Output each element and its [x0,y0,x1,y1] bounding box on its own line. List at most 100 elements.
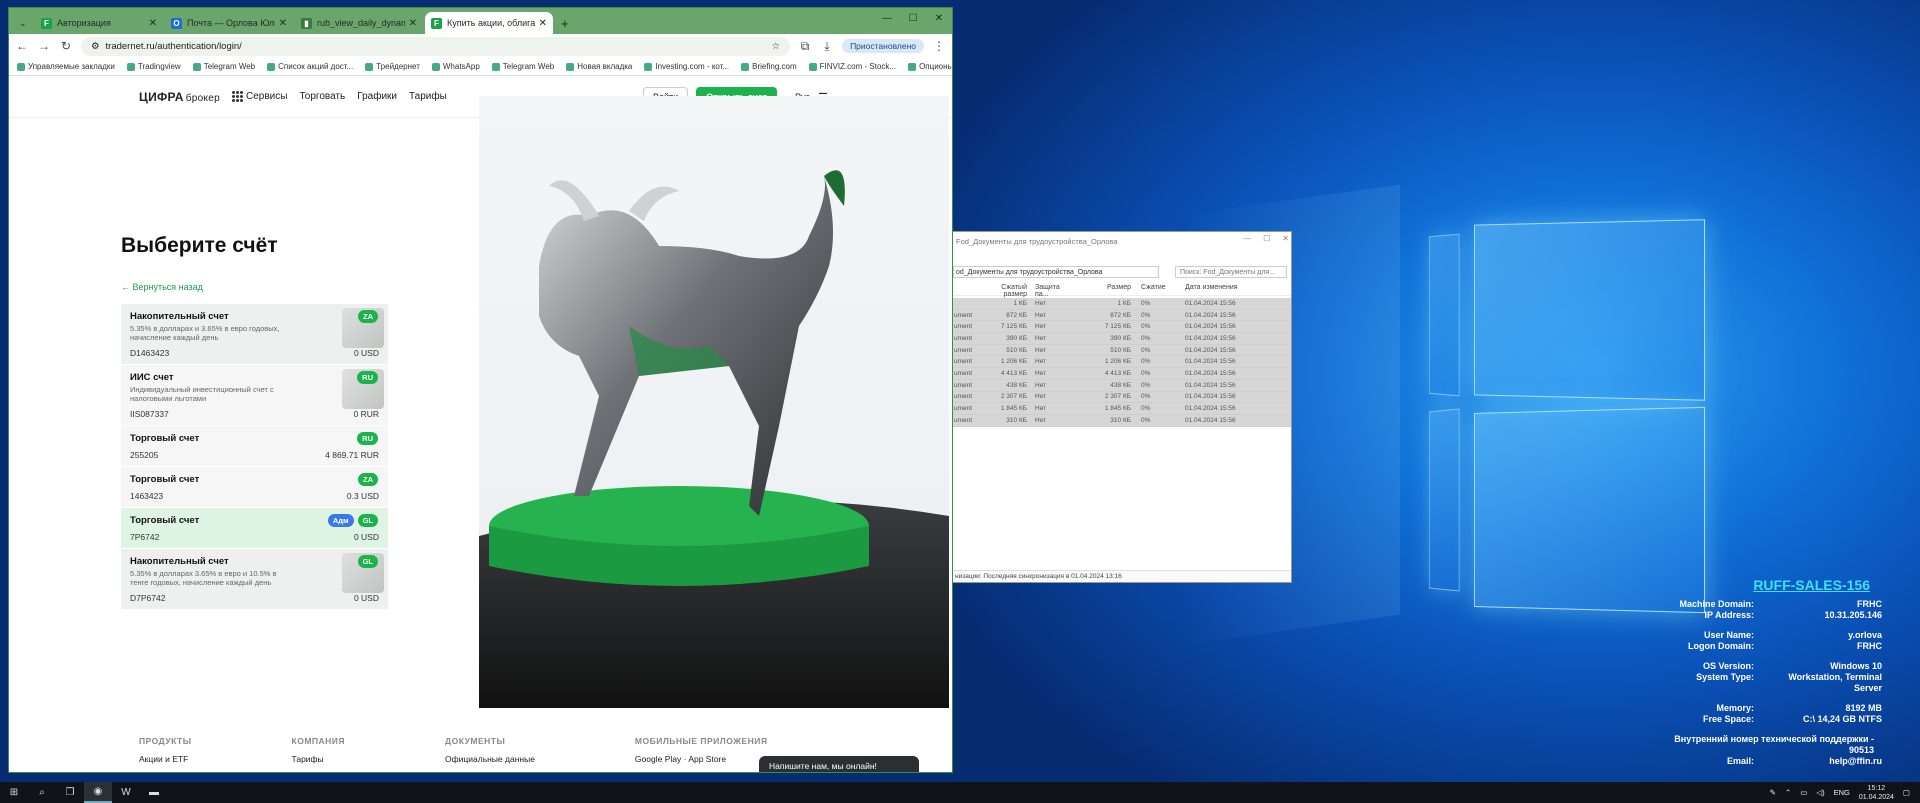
close-icon[interactable]: ✕ [1282,234,1289,243]
explorer-window[interactable]: Fod_Документы для трудоустройства_Орлова… [952,231,1292,583]
account-card[interactable]: Накопительный счет 5.35% в долларах 3.65%… [121,549,388,610]
back-arrow-icon[interactable]: ← [15,39,29,53]
bookmark-icon [126,62,135,71]
bookmark-item[interactable]: Управляемые закладки [17,62,115,71]
table-cell: 0% [1141,346,1151,354]
extensions-icon[interactable]: ⧉ [798,39,812,54]
task-view-icon[interactable]: ❐ [56,782,84,803]
star-icon[interactable]: ☆ [772,41,781,52]
app-store-badges[interactable]: Google Play · App Store [635,754,768,764]
keyboard-language[interactable]: ENG [1834,788,1850,797]
browser-tab[interactable]: ▮ rub_view_daily_dynamics - Смар... ✕ [295,12,423,34]
close-tab-icon[interactable]: ✕ [539,18,547,29]
bookmark-item[interactable]: Трейдернет [365,62,420,71]
column-header[interactable]: Сжатие [1137,284,1181,295]
browser-tab[interactable]: F Авторизация ✕ [35,12,163,34]
chrome-taskbar-icon[interactable]: ◉ [84,782,112,803]
table-row[interactable]: ument 2 307 КБ Нет 2 307 КБ 0% 01.04.2024 15:… [953,391,1291,404]
close-tab-icon[interactable]: ✕ [409,18,417,29]
word-taskbar-icon[interactable]: W [112,782,140,803]
table-row[interactable]: ument 872 КБ Нет 872 КБ 0% 01.04.2024 15:56 [953,309,1291,322]
back-link[interactable]: ← Вернуться назад [121,282,203,292]
account-card[interactable]: Торговый счет 255205 4 869.71 RUR RU [121,426,388,467]
explorer-search-input[interactable]: Поиск: Fod_Документы для... [1175,266,1287,278]
nav-tariffs[interactable]: Тарифы [409,91,447,102]
table-row[interactable]: ument 1 206 КБ Нет 1 206 КБ 0% 01.04.2024 15:… [953,356,1291,369]
profile-button[interactable]: Приостановлено [842,39,924,53]
pen-icon[interactable]: ✎ [1770,788,1776,797]
nav-charts[interactable]: Графики [357,91,397,102]
info-group: User Name: y.orlova Logon Domain: FRHC [1650,630,1882,652]
tab-search-icon[interactable]: ⌄ [13,12,33,34]
column-header[interactable]: Защита па... [1031,284,1075,298]
column-header[interactable] [953,284,981,295]
forward-arrow-icon[interactable]: → [37,39,51,53]
network-icon[interactable]: ▭ [1800,788,1807,797]
bookmark-item[interactable]: Briefing.com [741,62,797,71]
volume-icon[interactable]: ◁) [1816,788,1824,797]
explorer-taskbar-icon[interactable]: ▬ [140,782,168,803]
table-row[interactable]: 1 КБ Нет 1 КБ 0% 01.04.2024 15:56 [953,298,1291,310]
bookmark-item[interactable]: Список акций дост... [267,62,353,71]
close-icon[interactable]: ✕ [926,8,952,28]
bookmark-item[interactable]: Tradingview [126,62,181,71]
browser-tab[interactable]: O Почта — Орлова Юлия Серге... ✕ [165,12,293,34]
reload-icon[interactable]: ↻ [59,39,73,53]
explorer-address-bar[interactable]: od_Документы для трудоустройства_Орлова [953,266,1159,278]
column-header[interactable]: Сжатый размер [981,284,1031,298]
footer-link[interactable]: Официальные данные [445,754,535,764]
table-row[interactable]: ument 7 125 КБ Нет 7 125 КБ 0% 01.04.2024 15:… [953,321,1291,334]
bookmark-item[interactable]: Новая вкладка [566,62,632,71]
column-header[interactable]: Дата изменения [1181,284,1261,295]
close-tab-icon[interactable]: ✕ [149,18,157,29]
table-row[interactable]: ument 1 845 КБ Нет 1 845 КБ 0% 01.04.2024 15:… [953,403,1291,415]
minimize-icon[interactable]: — [874,8,900,28]
table-row[interactable]: ument 438 КБ Нет 438 КБ 0% 01.04.2024 15:56 [953,379,1291,392]
table-cell: 0% [1141,299,1151,307]
footer-link[interactable]: Тарифы [292,754,346,764]
notifications-icon[interactable]: ▢ [1903,788,1910,797]
new-tab-button[interactable]: + [555,12,577,34]
start-windows-icon[interactable]: ⊞ [0,782,28,803]
bookmark-item[interactable]: Опционы [908,62,952,71]
bookmark-item[interactable]: WhatsApp [431,62,480,71]
chevron-up-icon[interactable]: ⌃ [1785,788,1791,797]
account-card[interactable]: Торговый счет 7P6742 0 USD Адм GL [121,508,388,549]
close-tab-icon[interactable]: ✕ [279,18,287,29]
minimize-icon[interactable]: — [1243,234,1251,243]
account-row: D1463423 0 USD [130,348,379,358]
table-cell: 01.04.2024 15:56 [1185,358,1236,366]
account-card[interactable]: Торговый счет 1463423 0.3 USD ZA [121,467,388,508]
clock[interactable]: 15:12 01.04.2024 [1859,784,1894,802]
column-header[interactable]: Размер [1075,284,1137,295]
bookmark-item[interactable]: Telegram Web [491,62,554,71]
bookmark-item[interactable]: Investing.com - кот... [644,62,729,71]
bookmark-label: Tradingview [137,62,181,71]
explorer-file-list[interactable]: 1 КБ Нет 1 КБ 0% 01.04.2024 15:56 ument 872 КБ… [953,298,1291,427]
account-card[interactable]: Накопительный счет 5.35% в долларах и 3.6… [121,304,388,365]
nav-trade[interactable]: Торговать [299,91,345,102]
bookmark-item[interactable]: FINVIZ.com - Stock... [808,62,896,71]
explorer-window-controls: — ☐ ✕ [1243,234,1289,243]
table-row[interactable]: ument 390 КБ Нет 390 КБ 0% 01.04.2024 15:56 [953,333,1291,345]
table-row[interactable]: ument 510 КБ Нет 510 КБ 0% 01.04.2024 15:56 [953,344,1291,357]
chat-widget-button[interactable]: Напишите нам, мы онлайн! [759,756,919,772]
menu-icon[interactable]: ⋮ [932,39,946,53]
table-row[interactable]: ument 310 КБ Нет 310 КБ 0% 01.04.2024 15:56 [953,414,1291,427]
browser-window[interactable]: ⌄ F Авторизация ✕ O Почта — Орлова Юлия Серг… [8,7,953,773]
info-group: OS Version: Windows 10 System Type: Worksta… [1650,661,1882,694]
site-logo[interactable]: ЦИФРА брокер [139,90,220,104]
browser-tab[interactable]: F Купить акции, облигации и др... ✕ [425,12,553,34]
site-info-icon[interactable]: ⚙ [91,41,100,52]
download-icon[interactable]: ⤓ [820,39,834,54]
nav-services[interactable]: Сервисы [232,91,287,102]
bookmark-item[interactable]: Telegram Web [192,62,255,71]
search-icon[interactable]: ⌕ [28,782,56,803]
account-card[interactable]: ИИС счет Индивидуальный инвестиционный сч… [121,365,388,426]
explorer-column-headers[interactable]: Сжатый размер Защита па... Размер Сжатие… [953,284,1291,298]
maximize-icon[interactable]: ☐ [900,8,926,28]
table-row[interactable]: ument 4 413 КБ Нет 4 413 КБ 0% 01.04.2024 15:… [953,368,1291,380]
footer-link[interactable]: Акции и ETF [139,754,192,764]
maximize-icon[interactable]: ☐ [1263,234,1270,243]
address-bar[interactable]: ⚙ tradernet.ru/authentication/login/ ☆ [81,36,791,56]
